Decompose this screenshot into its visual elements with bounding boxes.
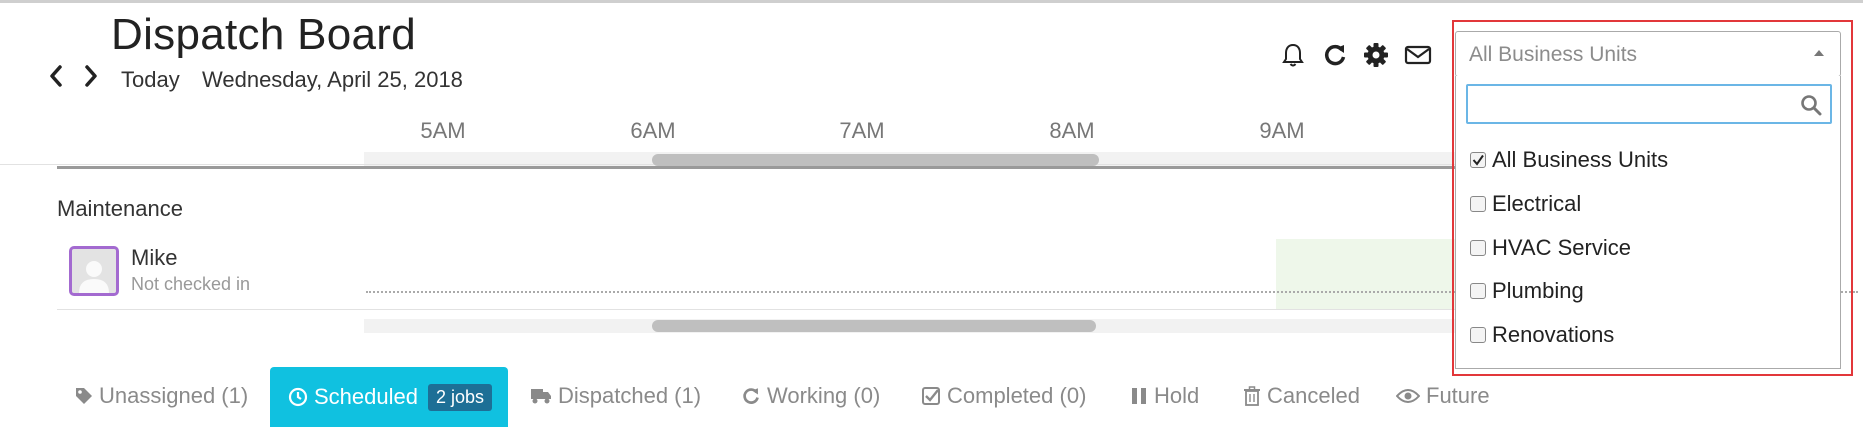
today-button[interactable]: Today — [121, 67, 180, 93]
page-title: Dispatch Board — [111, 10, 417, 59]
current-hour-highlight — [1276, 239, 1466, 309]
refresh-icon — [743, 388, 759, 404]
notifications-button[interactable] — [1279, 40, 1307, 70]
annotation-highlight — [1452, 20, 1853, 376]
messages-button[interactable] — [1404, 40, 1432, 70]
clock-icon — [288, 387, 308, 407]
hour-label: 5AM — [420, 118, 466, 143]
tab-label: Dispatched (1) — [558, 383, 702, 408]
tab-scheduled[interactable]: Scheduled 2 jobs — [270, 367, 508, 427]
trash-icon — [1244, 386, 1260, 406]
pause-icon — [1132, 388, 1146, 404]
tag-icon — [76, 388, 92, 404]
eye-icon — [1396, 389, 1420, 403]
envelope-icon — [1404, 45, 1432, 65]
next-day-button[interactable] — [80, 63, 102, 89]
technician-name[interactable]: Mike — [131, 245, 177, 271]
top-border — [0, 0, 1863, 3]
previous-day-button[interactable] — [45, 63, 67, 89]
gear-icon — [1364, 43, 1388, 67]
tab-dispatched[interactable]: Dispatched (1) — [530, 383, 701, 409]
technician-status: Not checked in — [131, 274, 251, 294]
chevron-left-icon — [50, 65, 62, 87]
hour-label: 6AM — [630, 118, 676, 143]
check-square-icon — [922, 387, 940, 405]
refresh-icon — [1324, 44, 1346, 66]
tab-label: Scheduled — [314, 384, 418, 409]
current-date: Wednesday, April 25, 2018 — [202, 67, 463, 92]
tab-label: Future — [1426, 383, 1490, 408]
tab-future[interactable]: Future — [1396, 383, 1490, 409]
hour-label: 7AM — [839, 118, 885, 143]
top-scrollbar-thumb[interactable] — [652, 154, 1099, 166]
tab-label: Hold — [1154, 383, 1200, 408]
tab-label: Completed (0) — [947, 383, 1087, 408]
bottom-scrollbar-thumb[interactable] — [652, 320, 1096, 332]
bell-icon — [1282, 43, 1304, 67]
tab-label: Unassigned (1) — [99, 383, 249, 408]
tab-canceled[interactable]: Canceled — [1243, 383, 1360, 409]
user-silhouette-icon — [79, 261, 109, 293]
tab-working[interactable]: Working (0) — [741, 383, 880, 409]
hour-label: 9AM — [1259, 118, 1305, 143]
jobs-count-badge: 2 jobs — [427, 383, 493, 411]
settings-button[interactable] — [1362, 40, 1390, 70]
tab-hold[interactable]: Hold — [1130, 383, 1199, 409]
tab-completed[interactable]: Completed (0) — [921, 383, 1086, 409]
timeline-axis — [57, 166, 1460, 169]
row-divider — [57, 309, 1460, 310]
timeline-hours: 5AM 6AM 7AM 8AM 9AM — [0, 118, 1460, 148]
chevron-right-icon — [85, 65, 97, 87]
tab-unassigned[interactable]: Unassigned (1) — [75, 383, 248, 409]
avatar[interactable] — [69, 246, 119, 296]
truck-icon — [531, 389, 551, 404]
hour-label: 8AM — [1049, 118, 1095, 143]
refresh-button[interactable] — [1321, 40, 1349, 70]
status-tabs: Unassigned (1) Scheduled 2 jobs Dispatch… — [0, 367, 1863, 427]
tab-label: Working (0) — [767, 383, 881, 408]
tab-label: Canceled — [1267, 383, 1360, 408]
group-label: Maintenance — [57, 196, 183, 221]
